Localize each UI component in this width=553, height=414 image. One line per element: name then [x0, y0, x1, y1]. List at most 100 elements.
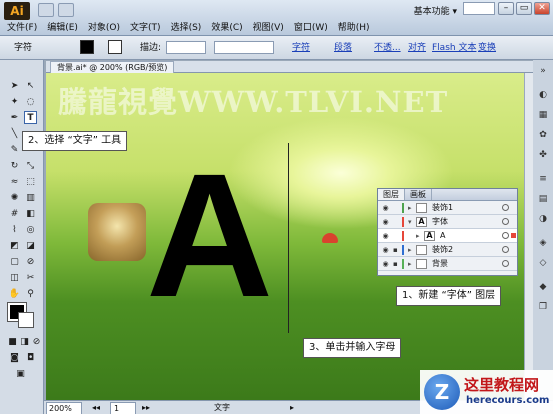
collapse-arrow-icon[interactable]: ▾ [408, 217, 412, 227]
transparency-panel-icon[interactable]: ◑ [536, 214, 550, 226]
live-paint-select-icon[interactable]: ◪ [24, 240, 37, 253]
vertical-scrollbar[interactable] [524, 73, 533, 400]
magic-wand-icon[interactable]: ✦ [8, 96, 21, 109]
collapse-dock-icon[interactable]: » [536, 66, 550, 78]
graph-tool-icon[interactable]: ▥ [24, 192, 37, 205]
layer-target-icon[interactable] [502, 260, 509, 267]
visibility-eye-icon[interactable]: ◉ [381, 232, 390, 240]
workspace-switcher[interactable]: 基本功能 ▾ [414, 4, 457, 17]
flash-text-link[interactable]: Flash 文本 [432, 42, 476, 54]
gradient-tool-icon[interactable]: ◧ [24, 208, 37, 221]
layers-panel-icon[interactable]: ◆ [536, 282, 550, 294]
appearance-panel-icon[interactable]: ◈ [536, 238, 550, 250]
transform-link[interactable]: 变换 [478, 42, 496, 54]
layer-row[interactable]: ◉ ▸ 装饰1 [378, 201, 517, 215]
status-menu-icon[interactable]: ▸ [290, 402, 294, 414]
type-tool-icon[interactable]: T [24, 111, 37, 124]
hand-tool-icon[interactable]: ✋ [8, 288, 21, 301]
pen-tool-icon[interactable]: ✒ [8, 112, 21, 125]
stroke-color-swatch[interactable] [108, 40, 122, 54]
blend-tool-icon[interactable]: ◎ [24, 224, 37, 237]
page-field[interactable]: 1 [110, 402, 136, 414]
layer-target-icon[interactable] [502, 232, 509, 239]
fill-color-swatch[interactable] [80, 40, 94, 54]
layer-row[interactable]: ◉ ▪ ▸ 装饰2 [378, 243, 517, 257]
gradient-panel-icon[interactable]: ▤ [536, 194, 550, 206]
draw-normal-icon[interactable]: ◙ [8, 352, 21, 365]
brushes-panel-icon[interactable]: ✿ [536, 130, 550, 142]
artboards-panel-icon[interactable]: ❐ [536, 302, 550, 314]
warp-tool-icon[interactable]: ≈ [8, 176, 21, 189]
lasso-icon[interactable]: ◌ [24, 96, 37, 109]
mesh-tool-icon[interactable]: # [8, 208, 21, 221]
visibility-eye-icon[interactable]: ◉ [381, 204, 390, 212]
lock-icon[interactable]: ▪ [393, 246, 400, 254]
direct-selection-tool-icon[interactable]: ↖ [24, 80, 37, 93]
zoom-field[interactable]: 200% [46, 402, 82, 414]
arrange-documents-icon[interactable] [58, 3, 74, 17]
menu-item[interactable]: 帮助(H) [333, 21, 375, 35]
layer-target-icon[interactable] [502, 204, 509, 211]
scissors-icon[interactable]: ✂ [24, 272, 37, 285]
eraser-icon[interactable]: ◫ [8, 272, 21, 285]
stroke-panel-icon[interactable]: ≡ [536, 174, 550, 186]
zoom-tool-icon[interactable]: ⚲ [24, 288, 37, 301]
color-panel-icon[interactable]: ◐ [536, 90, 550, 102]
paintbrush-icon[interactable]: ✎ [8, 144, 21, 157]
layer-target-icon[interactable] [502, 246, 509, 253]
expand-arrow-icon[interactable]: ▸ [416, 231, 420, 241]
minimize-button[interactable]: – [498, 2, 514, 15]
line-tool-icon[interactable]: ╲ [8, 128, 21, 141]
symbol-sprayer-icon[interactable]: ✺ [8, 192, 21, 205]
expand-arrow-icon[interactable]: ▸ [408, 245, 412, 255]
artboard-tool-icon[interactable]: ▢ [8, 256, 21, 269]
symbols-panel-icon[interactable]: ✤ [536, 150, 550, 162]
tab-layers[interactable]: 图层 [378, 189, 405, 200]
visibility-eye-icon[interactable]: ◉ [381, 260, 390, 268]
layer-row[interactable]: ◉ ▸ A A [378, 229, 517, 243]
layer-row[interactable]: ◉ ▪ ▸ 背景 [378, 257, 517, 271]
bridge-icon[interactable] [38, 3, 54, 17]
layer-row[interactable]: ◉ ▾ A 字体 [378, 215, 517, 229]
live-paint-icon[interactable]: ◩ [8, 240, 21, 253]
next-page-icon[interactable]: ▸▸ [142, 402, 150, 414]
swatches-panel-icon[interactable]: ▦ [536, 110, 550, 122]
tab-artboards[interactable]: 画板 [405, 189, 432, 200]
stroke-weight-input[interactable] [166, 41, 206, 54]
close-button[interactable]: ✕ [534, 2, 550, 15]
layer-target-icon[interactable] [502, 218, 509, 225]
expand-arrow-icon[interactable]: ▸ [408, 203, 412, 213]
menu-item[interactable]: 文件(F) [2, 21, 42, 35]
restore-button[interactable]: ▭ [516, 2, 532, 15]
free-transform-icon[interactable]: ⬚ [24, 176, 37, 189]
character-link[interactable]: 字符 [292, 42, 310, 54]
menu-item[interactable]: 对象(O) [83, 21, 125, 35]
none-mode-icon[interactable]: ⊘ [30, 336, 43, 349]
visibility-eye-icon[interactable]: ◉ [381, 218, 390, 226]
draw-behind-icon[interactable]: ◘ [24, 352, 37, 365]
slice-tool-icon[interactable]: ⊘ [24, 256, 37, 269]
rotate-tool-icon[interactable]: ↻ [8, 160, 21, 173]
menu-item[interactable]: 效果(C) [206, 21, 247, 35]
graphic-styles-panel-icon[interactable]: ◇ [536, 258, 550, 270]
expand-arrow-icon[interactable]: ▸ [408, 259, 412, 269]
eyedropper-icon[interactable]: ⌇ [8, 224, 21, 237]
opacity-link[interactable]: 不透... [374, 42, 401, 54]
visibility-eye-icon[interactable]: ◉ [381, 246, 390, 254]
typed-letter[interactable]: A [146, 148, 273, 324]
menu-item[interactable]: 窗口(W) [289, 21, 333, 35]
search-input[interactable] [463, 2, 495, 15]
first-page-icon[interactable]: ◂◂ [92, 402, 100, 414]
stroke-color-box[interactable] [18, 312, 34, 328]
menu-item[interactable]: 选择(S) [166, 21, 207, 35]
lock-icon[interactable]: ▪ [393, 260, 400, 268]
scale-tool-icon[interactable]: ⤡ [24, 160, 37, 173]
align-link[interactable]: 对齐 [408, 42, 426, 54]
menu-item[interactable]: 文字(T) [125, 21, 166, 35]
menu-item[interactable]: 视图(V) [248, 21, 289, 35]
selection-tool-icon[interactable]: ➤ [8, 80, 21, 93]
style-dropdown[interactable] [214, 41, 274, 54]
menu-item[interactable]: 编辑(E) [42, 21, 83, 35]
paragraph-link[interactable]: 段落 [334, 42, 352, 54]
screen-mode-icon[interactable]: ▣ [14, 368, 27, 381]
